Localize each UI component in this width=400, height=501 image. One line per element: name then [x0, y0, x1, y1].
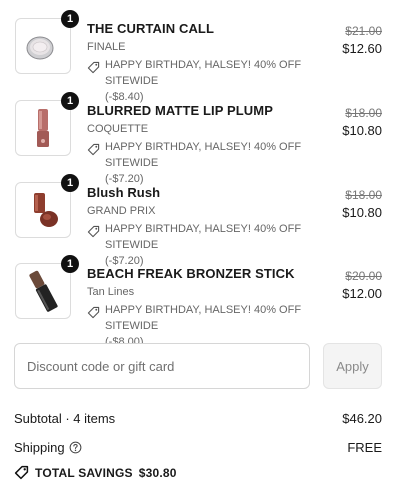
- product-thumbnail: 1: [15, 92, 79, 156]
- product-title: BLURRED MATTE LIP PLUMP: [87, 103, 273, 118]
- tag-icon: [87, 225, 100, 238]
- tag-icon: [14, 465, 29, 480]
- discount-name: HAPPY BIRTHDAY, HALSEY! 40% OFF SITEWIDE: [105, 141, 302, 169]
- quantity-badge: 1: [61, 92, 79, 110]
- lip-gloss-tube-icon: [37, 109, 49, 147]
- quantity-badge: 1: [61, 174, 79, 192]
- subtotal-label: Subtotal · 4 items: [14, 411, 116, 426]
- tag-icon: [87, 306, 100, 319]
- discounted-price: $12.00: [342, 286, 382, 301]
- discounted-price: $10.80: [342, 123, 382, 138]
- bronzer-stick-icon: [29, 270, 58, 312]
- product-title: BEACH FREAK BRONZER STICK: [87, 266, 295, 281]
- discount-name: HAPPY BIRTHDAY, HALSEY! 40% OFF SITEWIDE: [105, 304, 302, 332]
- product-title: THE CURTAIN CALL: [87, 21, 215, 36]
- tag-icon: [87, 61, 100, 74]
- cart-line-item: 1 Blush Rush GRAND PRIX HAPPY BIRTHDAY, …: [0, 174, 400, 267]
- shipping-label: Shipping: [14, 440, 65, 455]
- product-variant: FINALE: [87, 41, 126, 53]
- quantity-badge: 1: [61, 10, 79, 28]
- cart-line-item: 1 THE CURTAIN CALL FINALE HAPPY BIRTHDAY…: [0, 10, 400, 103]
- product-thumbnail: 1: [15, 255, 79, 319]
- product-variant: GRAND PRIX: [87, 205, 156, 217]
- compact-powder-icon: [26, 36, 54, 60]
- quantity-badge: 1: [61, 255, 79, 273]
- discounted-price: $12.60: [342, 41, 382, 56]
- product-title: Blush Rush: [87, 185, 161, 200]
- product-thumbnail: 1: [15, 10, 79, 74]
- product-variant: Tan Lines: [87, 286, 135, 298]
- cart-line-item: 1 BEACH FREAK BRONZER STICK Tan Lines HA…: [0, 255, 400, 348]
- discounted-price: $10.80: [342, 205, 382, 220]
- total-savings-value: $30.80: [138, 466, 177, 480]
- apply-discount-button[interactable]: Apply: [323, 343, 382, 389]
- subtotal-row: Subtotal · 4 items $46.20: [14, 411, 382, 426]
- discount-name: HAPPY BIRTHDAY, HALSEY! 40% OFF SITEWIDE: [105, 223, 302, 251]
- discount-name: HAPPY BIRTHDAY, HALSEY! 40% OFF SITEWIDE: [105, 59, 302, 87]
- subtotal-value: $46.20: [342, 411, 382, 426]
- original-price: $21.00: [345, 24, 382, 38]
- shipping-row: Shipping FREE: [14, 440, 382, 457]
- original-price: $18.00: [345, 106, 382, 120]
- product-thumbnail: 1: [15, 174, 79, 238]
- help-circle-icon[interactable]: [69, 441, 82, 457]
- cart-line-item: 1 BLURRED MATTE LIP PLUMP COQUETTE HAPPY…: [0, 92, 400, 185]
- product-variant: COQUETTE: [87, 123, 149, 135]
- original-price: $20.00: [345, 269, 382, 283]
- total-savings-label: TOTAL SAVINGS: [35, 466, 133, 480]
- blush-tube-icon: [34, 193, 58, 227]
- total-savings-row: TOTAL SAVINGS $30.80: [14, 465, 382, 480]
- discount-code-input[interactable]: [14, 343, 310, 389]
- tag-icon: [87, 143, 100, 156]
- original-price: $18.00: [345, 188, 382, 202]
- shipping-value: FREE: [347, 440, 382, 455]
